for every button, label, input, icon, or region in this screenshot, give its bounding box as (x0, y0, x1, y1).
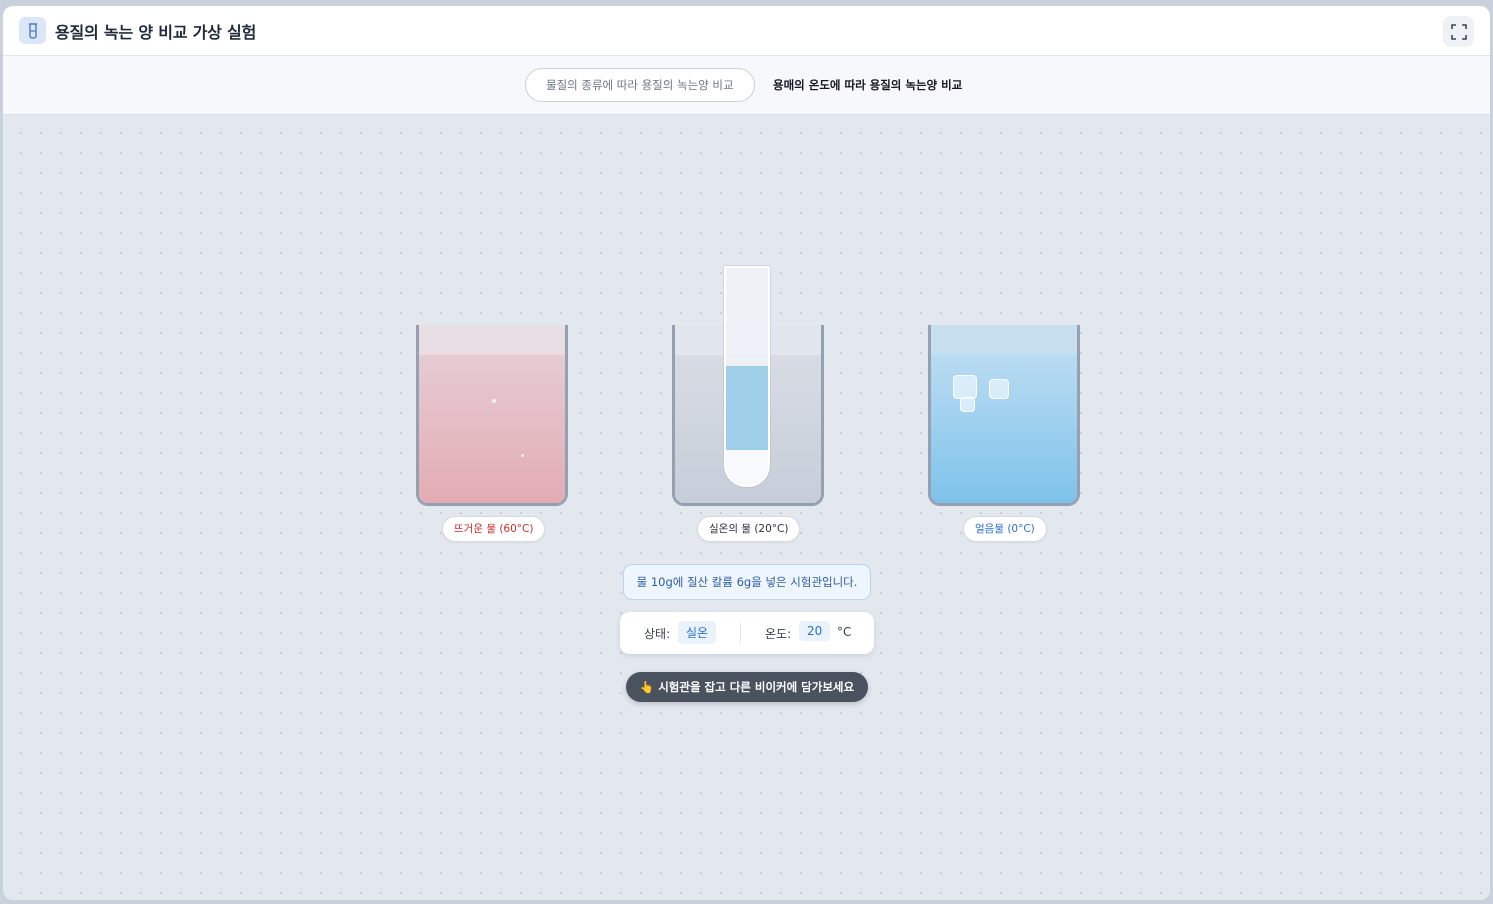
state-label: 상태: (644, 627, 671, 641)
info-message: 물 10g에 질산 칼륨 6g을 넣은 시험관입니다. (623, 564, 871, 600)
beaker-icon (19, 17, 46, 44)
status-divider (740, 623, 741, 643)
app-window: 용질의 녹는 양 비교 가상 실험 물질의 종류에 따라 용질의 녹는양 비교 … (3, 6, 1490, 900)
app-title: 용질의 녹는 양 비교 가상 실험 (55, 23, 257, 42)
bubble (521, 454, 524, 457)
hint-message: 👆 시험관을 잡고 다른 비이커에 담가보세요 (626, 672, 868, 702)
ice-water-label: 얼음물 (0°C) (963, 516, 1047, 542)
temperature-value: 20 (799, 621, 831, 641)
bubble (492, 399, 496, 403)
test-tube[interactable] (724, 266, 770, 487)
ice-cube (989, 379, 1009, 399)
ice-water-beaker[interactable] (928, 325, 1080, 506)
title-bar: 용질의 녹는 양 비교 가상 실험 (3, 6, 1490, 56)
tab-solvent-temperature[interactable]: 용매의 온도에 따라 용질의 녹는양 비교 (752, 68, 983, 102)
ice-cube (960, 397, 975, 412)
state-value: 실온 (678, 621, 717, 644)
tab-solute-type[interactable]: 물질의 종류에 따라 용질의 녹는양 비교 (525, 68, 755, 102)
hot-water-label: 뜨거운 물 (60°C) (442, 516, 546, 542)
temperature-label: 온도: (765, 627, 792, 641)
tab-bar: 물질의 종류에 따라 용질의 녹는양 비교 용매의 온도에 따라 용질의 녹는양… (3, 56, 1490, 115)
ice-water (931, 353, 1077, 503)
temperature-unit: °C (837, 625, 852, 639)
room-water-label: 실온의 물 (20°C) (697, 516, 801, 542)
fullscreen-icon (1450, 23, 1467, 40)
fullscreen-button[interactable] (1443, 16, 1474, 47)
experiment-stage: 뜨거운 물 (60°C) 실온의 물 (20°C) 얼음물 (0°C) 물 10… (3, 115, 1490, 900)
hot-water (419, 353, 565, 503)
ice-cube (953, 375, 977, 399)
hot-water-beaker[interactable] (416, 325, 568, 506)
test-tube-solution (726, 366, 768, 450)
status-panel: 상태: 실온 온도: 20 °C (620, 612, 874, 654)
